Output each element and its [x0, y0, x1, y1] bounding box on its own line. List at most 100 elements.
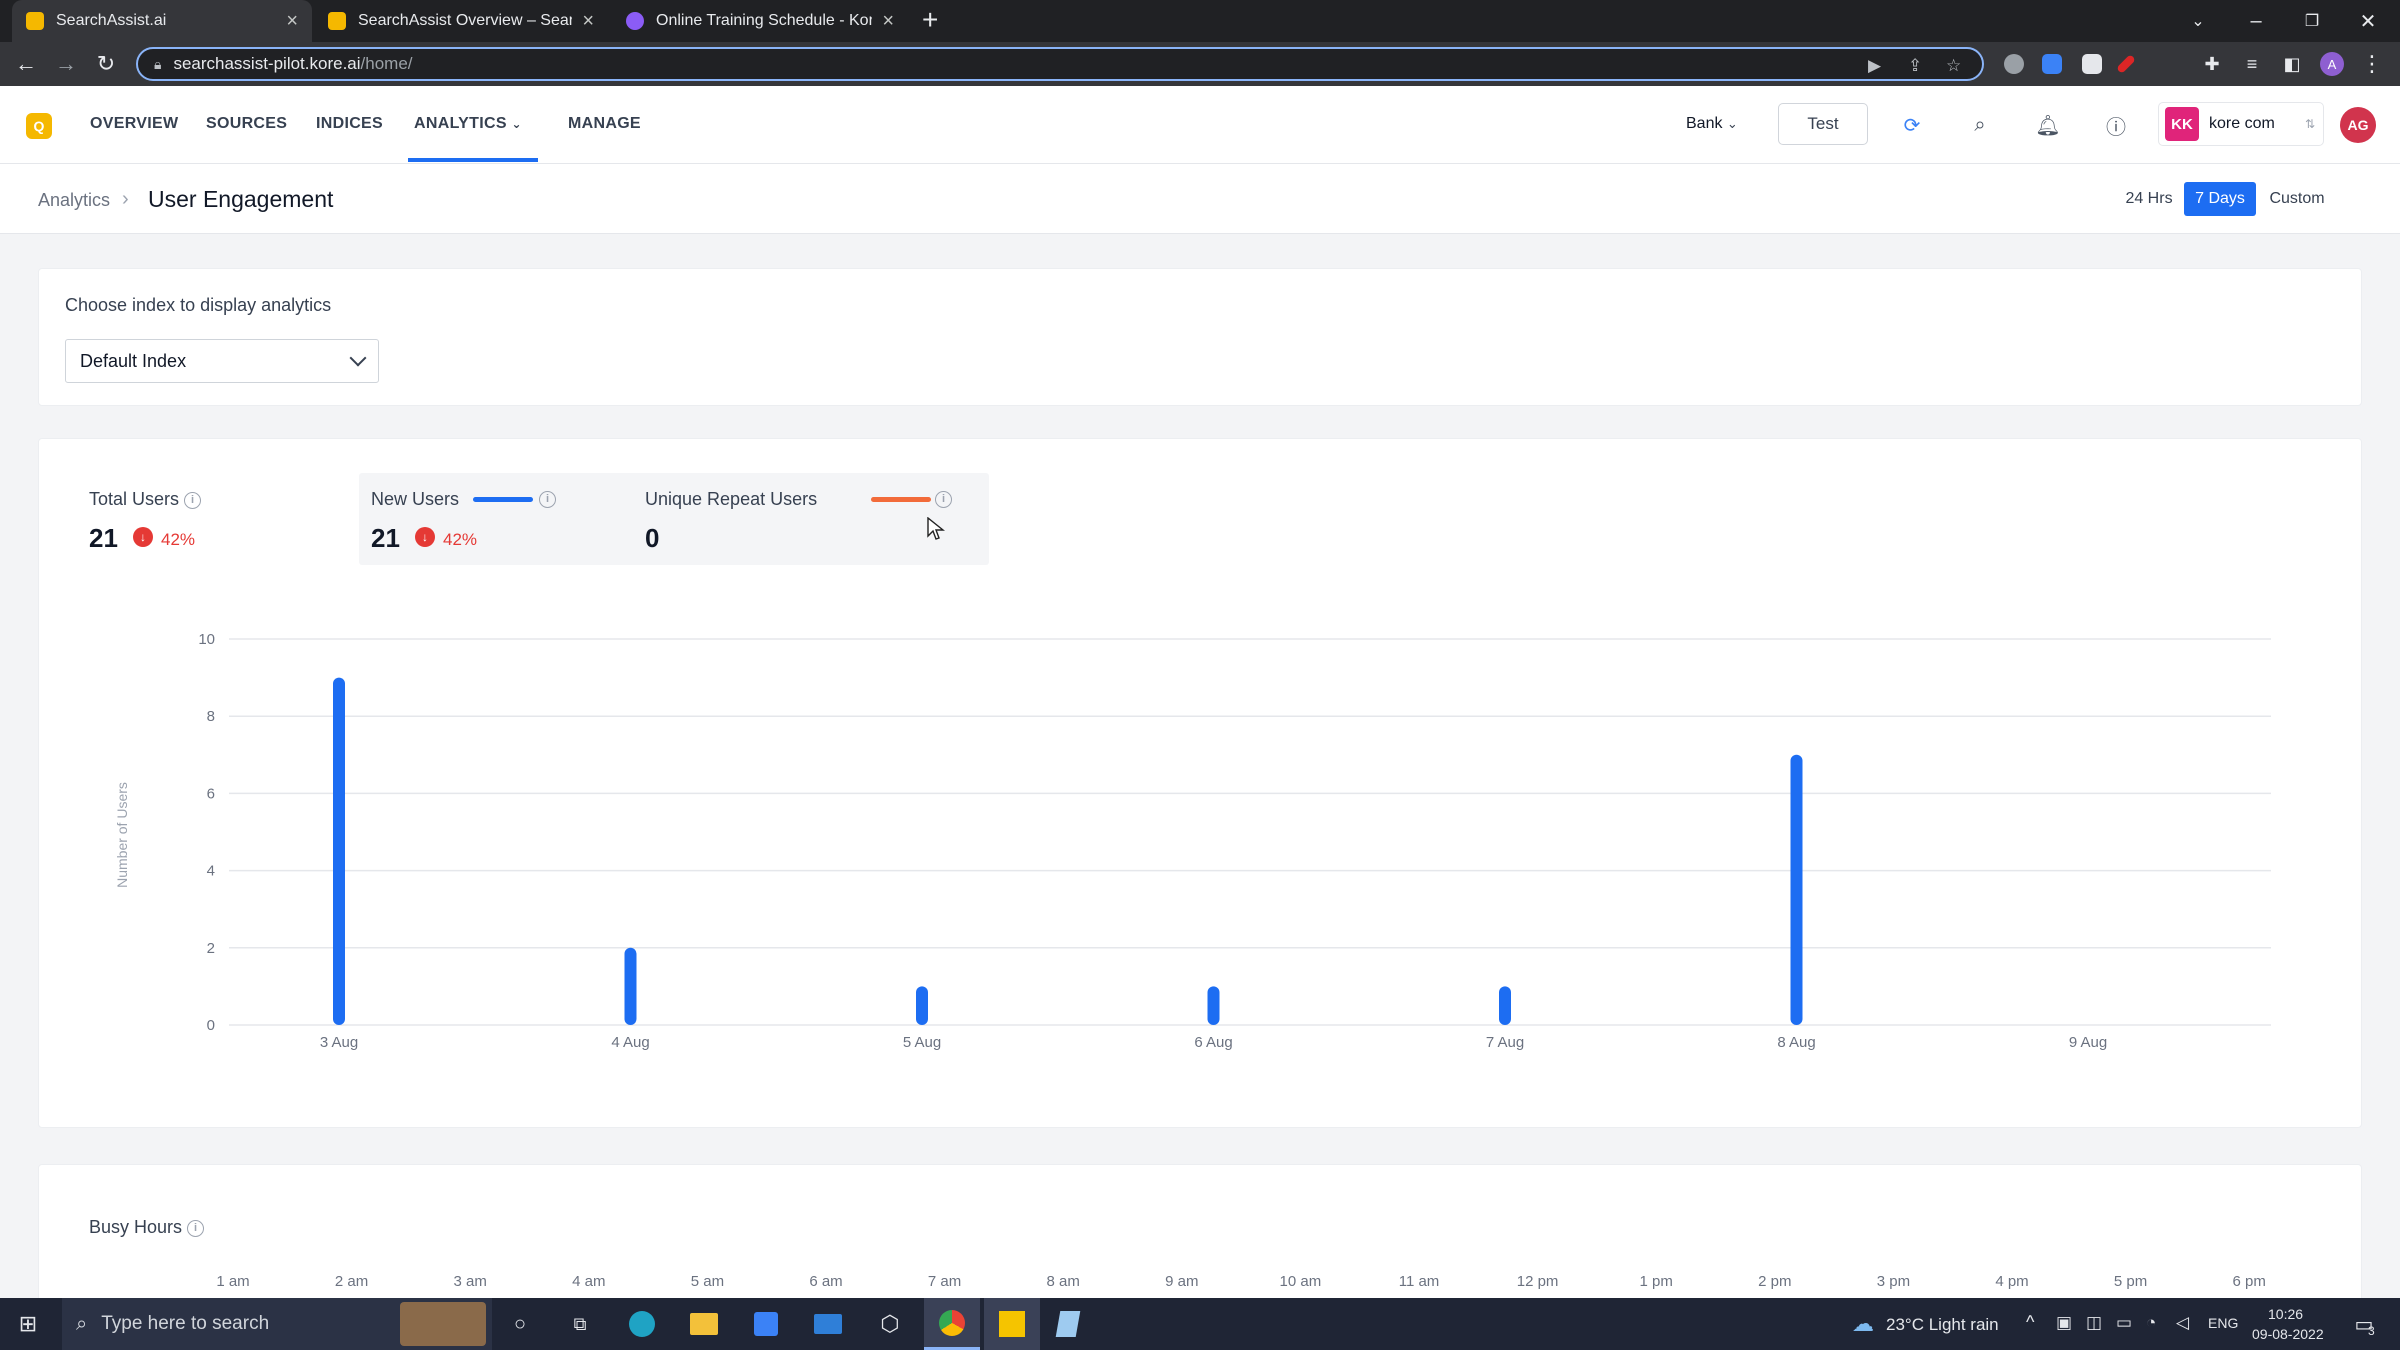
edge-logo [629, 1311, 655, 1337]
x-tick-label: 3 Aug [320, 1034, 358, 1051]
breadcrumb-analytics[interactable]: Analytics [38, 190, 110, 211]
share-icon[interactable]: ⇪ [1908, 56, 1922, 76]
busy-hour-label: 1 pm [1639, 1273, 1673, 1290]
busy-hour-label: 1 am [216, 1273, 250, 1290]
reload-icon[interactable]: ↻ [92, 50, 120, 78]
tray-icon[interactable]: ▣ [2056, 1313, 2072, 1333]
close-tab-icon[interactable]: × [286, 10, 298, 33]
search-highlight-image [400, 1302, 486, 1346]
nav-manage[interactable]: MANAGE [568, 115, 641, 133]
notifications-icon[interactable]: ▭ 3 [2344, 1298, 2384, 1350]
browser-toolbar: ← → ↻ 🔒︎ searchassist-pilot.kore.ai/home… [0, 42, 2400, 86]
clock-time[interactable]: 10:26 [2268, 1306, 2303, 1322]
bookmark-star-icon[interactable]: ☆ [1946, 56, 1961, 76]
range-7days-button[interactable]: 7 Days [2184, 182, 2256, 216]
forward-arrow-icon[interactable]: → [52, 50, 80, 78]
busy-hour-label: 3 am [453, 1273, 487, 1290]
minimize-icon[interactable]: – [2228, 0, 2284, 42]
index-selector-label: Choose index to display analytics [65, 295, 332, 315]
close-tab-icon[interactable]: × [582, 10, 594, 33]
language-indicator[interactable]: ENG [2208, 1315, 2238, 1331]
tab-title: SearchAssist Overview – SearchA [358, 12, 573, 29]
taskbar-search-box[interactable]: ⌕ Type here to search [62, 1298, 492, 1350]
test-button[interactable]: Test [1778, 103, 1868, 145]
busy-hour-label: 5 pm [2113, 1273, 2148, 1290]
nav-overview[interactable]: OVERVIEW [90, 115, 178, 133]
chevron-down-icon: ⌄ [511, 117, 522, 131]
nav-analytics[interactable]: ANALYTICS ⌄ [414, 115, 522, 133]
wifi-icon[interactable]: ◔ [2146, 1313, 2156, 1333]
extension-icon[interactable] [2004, 54, 2024, 74]
chart-grid: 0 2 4 6 8 10 [198, 631, 2271, 1034]
y-tick-label: 10 [198, 631, 215, 648]
browser-tab-searchassist[interactable]: SearchAssist.ai × [12, 0, 312, 42]
nav-indices[interactable]: INDICES [316, 115, 383, 133]
camera-icon[interactable]: ▶ [1868, 56, 1881, 76]
bar-new-users[interactable] [1207, 986, 1220, 1025]
bar-new-users[interactable] [1499, 986, 1511, 1025]
store-icon[interactable] [744, 1298, 788, 1350]
chrome-taskbar-icon[interactable] [924, 1298, 980, 1350]
y-tick-label: 8 [207, 708, 215, 725]
volume-icon[interactable]: ◁ [2176, 1313, 2189, 1333]
range-24hrs-button[interactable]: 24 Hrs [2110, 182, 2188, 216]
bot-name: Bank [1686, 115, 1723, 132]
close-tab-icon[interactable]: × [882, 10, 894, 33]
app-header: Q OVERVIEW SOURCES INDICES ANALYTICS ⌄ M… [0, 86, 2400, 164]
extensions-puzzle-icon[interactable]: ✚ [2198, 50, 2226, 78]
chevron-up-icon[interactable]: ^ [2026, 1312, 2034, 1333]
battery-icon[interactable]: ▭ [2116, 1313, 2132, 1333]
bar-new-users[interactable] [916, 986, 928, 1025]
help-icon[interactable]: ⓘ [2102, 111, 2130, 139]
settings-hex-icon[interactable]: ⬡ [868, 1298, 912, 1350]
address-bar[interactable]: 🔒︎ searchassist-pilot.kore.ai/home/ ▶ ⇪ … [136, 47, 1984, 81]
weather-cloud-icon[interactable]: ☁ [1846, 1298, 1880, 1350]
media-control-icon[interactable]: ≡ [2238, 50, 2266, 78]
searchassist-logo-icon[interactable]: Q [26, 113, 52, 139]
notepad-icon[interactable] [1046, 1298, 1090, 1350]
browser-tab-overview[interactable]: SearchAssist Overview – SearchA × [314, 0, 608, 42]
sticky-notes-icon[interactable] [984, 1298, 1040, 1350]
nav-sources[interactable]: SOURCES [206, 115, 287, 133]
cortana-circle-icon[interactable]: ○ [500, 1298, 540, 1350]
weather-text[interactable]: 23°C Light rain [1886, 1315, 1999, 1335]
back-arrow-icon[interactable]: ← [12, 50, 40, 78]
searchassist-favicon-icon [26, 12, 44, 30]
user-avatar[interactable]: AG [2340, 107, 2376, 143]
browser-profile-avatar[interactable]: A [2318, 50, 2346, 78]
bot-selector[interactable]: Bank ⌄ [1686, 115, 1738, 133]
busy-hour-label: 6 pm [2232, 1273, 2266, 1290]
user-engagement-bar-chart: 0 2 4 6 8 10 3 Aug 4 Aug 5 Aug 6 Aug 7 Aug 8 Aug 9 … [114, 631, 2271, 1051]
extension-icon[interactable] [2116, 54, 2136, 74]
y-tick-label: 6 [207, 785, 215, 802]
account-switcher[interactable]: KK kore com ⇅ [2158, 102, 2324, 146]
windows-start-icon[interactable]: ⊞ [0, 1298, 56, 1350]
close-window-icon[interactable]: ✕ [2340, 0, 2396, 42]
search-icon[interactable]: ⌕ [1966, 111, 1994, 139]
task-view-icon[interactable]: ⧉ [560, 1298, 600, 1350]
edge-browser-icon[interactable] [620, 1298, 664, 1350]
sync-icon[interactable]: ⟳ [1898, 111, 1926, 139]
info-icon[interactable]: i [187, 1219, 205, 1237]
breadcrumb-chevron-icon: › [122, 188, 129, 210]
bar-new-users[interactable] [624, 947, 637, 1025]
bell-icon[interactable]: 🔔︎ [2034, 111, 2062, 139]
mail-icon[interactable] [806, 1298, 850, 1350]
extension-icon[interactable] [2082, 54, 2102, 74]
file-explorer-icon[interactable] [682, 1298, 726, 1350]
new-tab-plus-icon[interactable]: + [922, 4, 938, 36]
clock-date[interactable]: 09-08-2022 [2252, 1326, 2324, 1342]
restore-icon[interactable]: ❐ [2284, 0, 2340, 42]
bar-new-users[interactable] [1790, 754, 1803, 1025]
range-custom-button[interactable]: Custom [2258, 182, 2336, 216]
folder-shape [690, 1313, 718, 1335]
index-dropdown[interactable]: Default Index [65, 339, 379, 383]
extension-icon[interactable] [2042, 54, 2062, 74]
nav-analytics-label: ANALYTICS [414, 115, 507, 132]
browser-tab-training[interactable]: Online Training Schedule - Kore.a × [612, 0, 908, 42]
browser-menu-icon[interactable]: ⋮ [2358, 50, 2386, 78]
tab-search-chevron-icon[interactable]: ⌄ [2170, 0, 2226, 42]
bar-new-users[interactable] [333, 677, 345, 1025]
side-panel-icon[interactable]: ◧ [2278, 50, 2306, 78]
tray-icon[interactable]: ◫ [2086, 1313, 2102, 1333]
